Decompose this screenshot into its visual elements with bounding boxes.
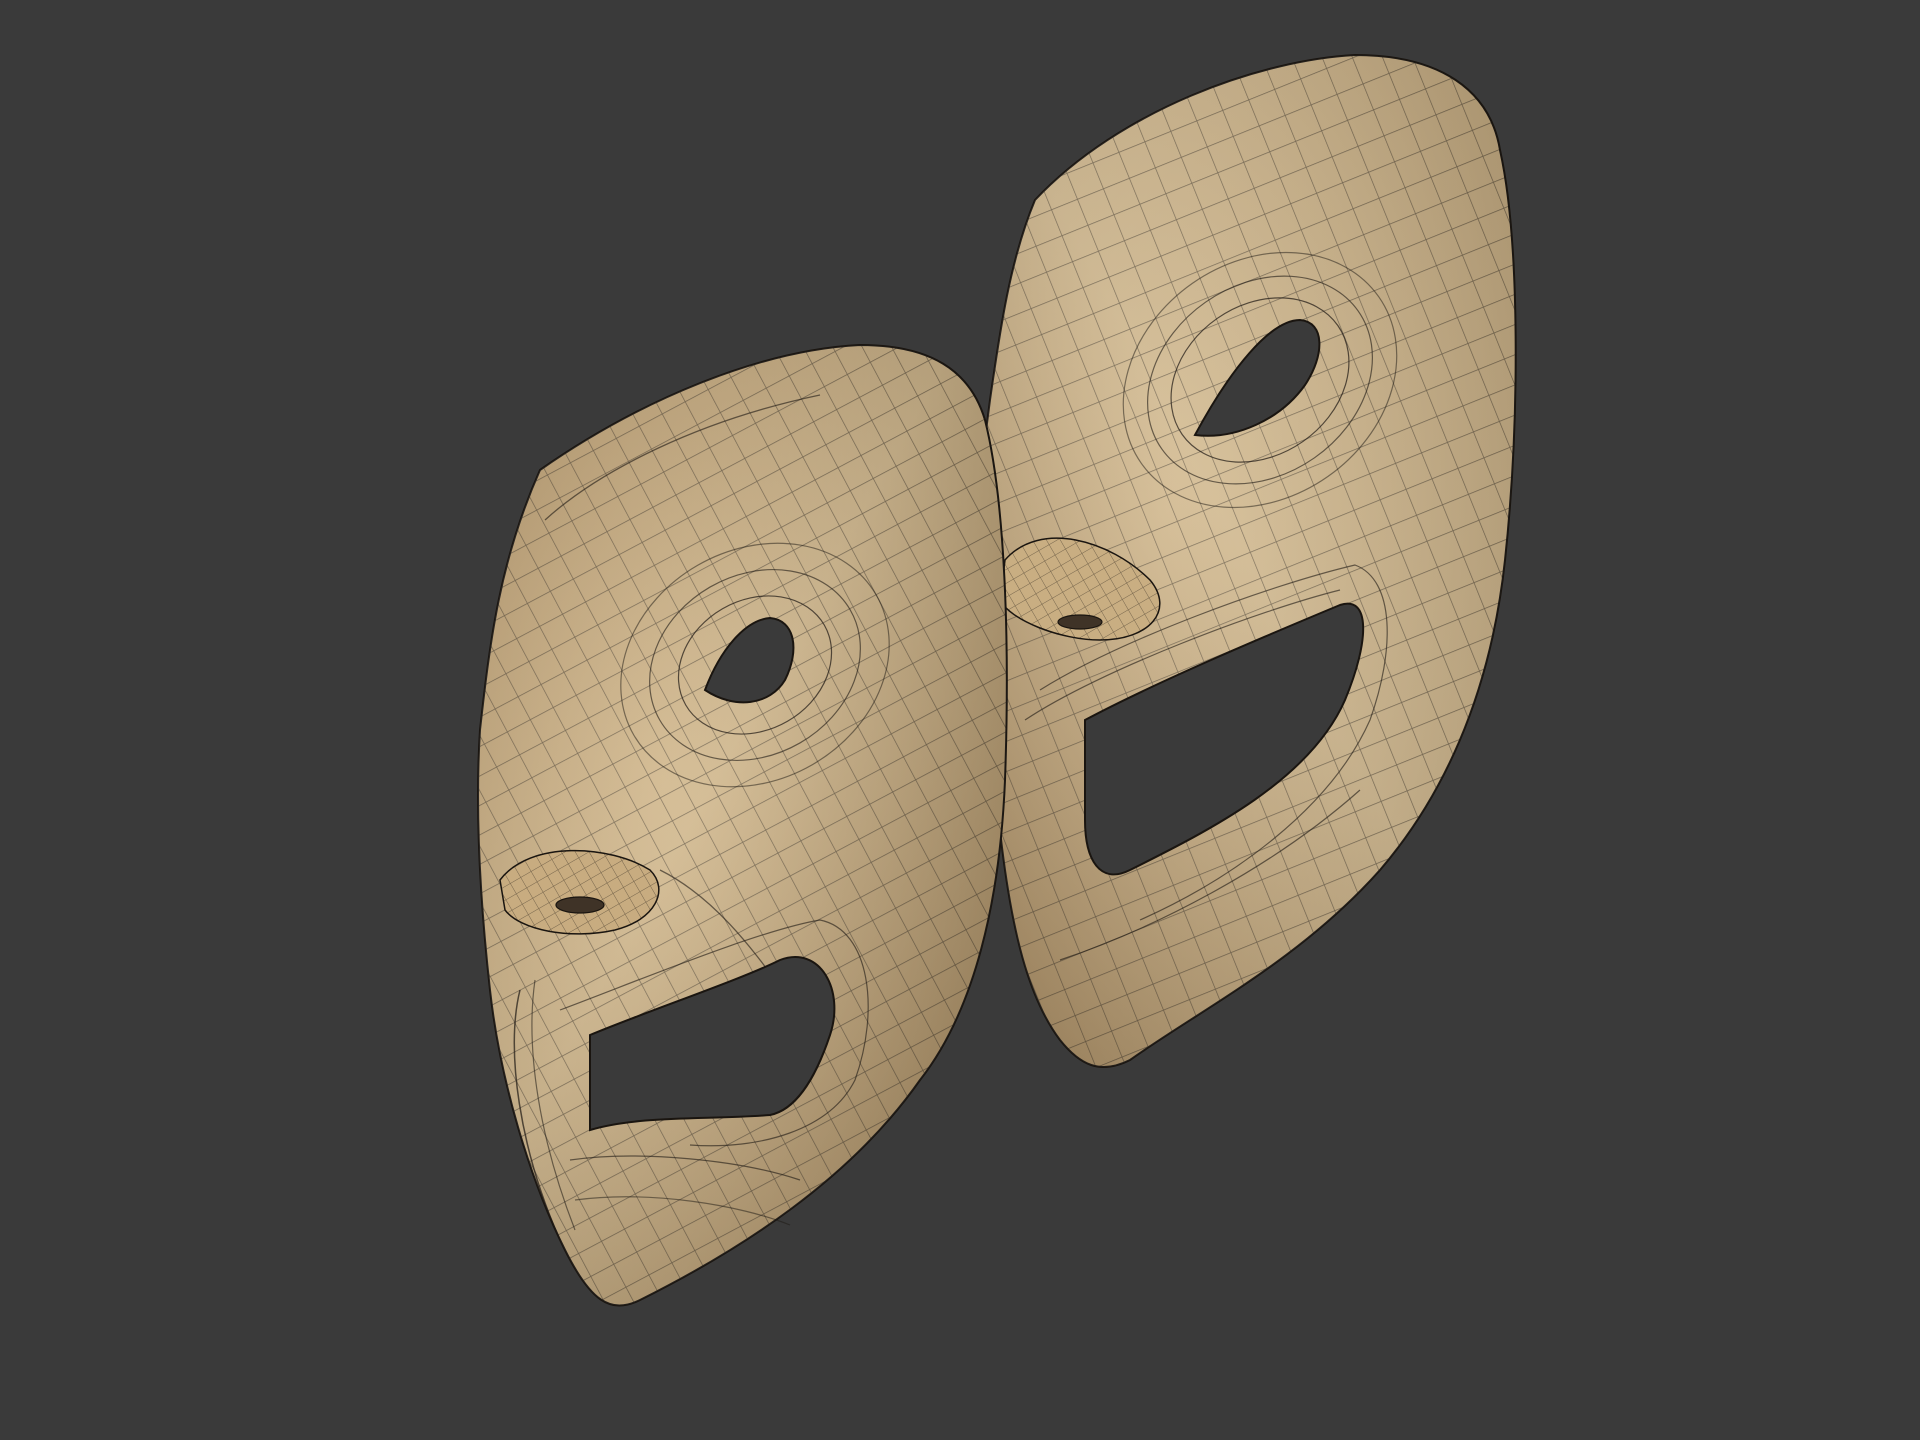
3d-viewport[interactable] xyxy=(0,0,1920,1440)
comedy-mask[interactable] xyxy=(978,53,1517,1069)
tragedy-mask[interactable] xyxy=(477,343,1008,1307)
render-canvas xyxy=(477,53,1517,1307)
